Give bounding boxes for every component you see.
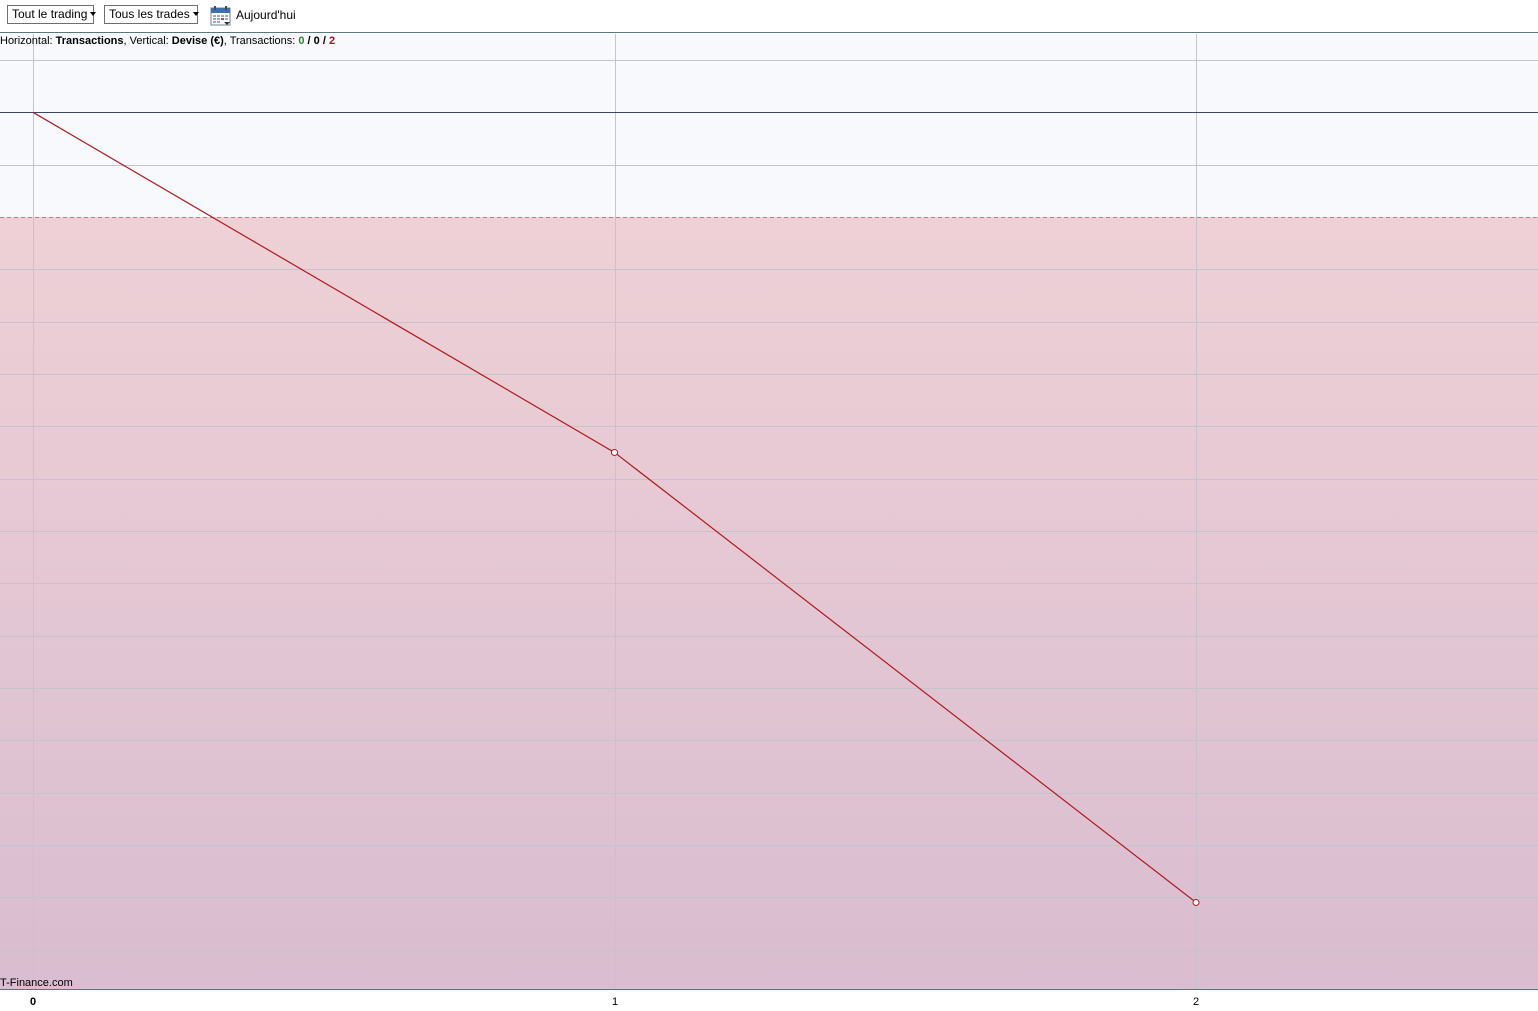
data-point [1192,898,1200,906]
vertical-prefix: , Vertical: [123,35,172,47]
calendar-icon [210,6,231,26]
x-tick-label: 2 [1192,996,1200,1008]
losing-count: 2 [328,35,336,47]
x-tick-label: 0 [29,996,37,1008]
trades-filter-dropdown[interactable]: Tous les trades [104,5,199,24]
transactions-prefix: , Transactions: [223,35,299,47]
trades-filter-label: Tous les trades [109,7,190,21]
chevron-down-icon [90,12,97,16]
toolbar: Tout le trading Tous les trades Aujourd'… [0,0,1538,33]
chevron-down-icon [192,12,199,16]
count-separator: / [319,35,329,47]
positive-zone [0,34,1538,217]
trading-filter-dropdown[interactable]: Tout le trading [7,5,97,24]
equity-chart [0,34,1538,990]
horizontal-prefix: Horizontal: [0,35,56,47]
chart-info-line: Horizontal: Transactions, Vertical: Devi… [0,35,335,47]
x-tick-label: 1 [611,996,619,1008]
data-point [611,448,618,456]
horizontal-axis-value: Transactions [55,35,124,47]
today-label: Aujourd'hui [236,8,296,22]
vertical-axis-value: Devise (€) [171,35,224,47]
watermark: T-Finance.com [0,977,73,989]
count-separator: / [304,35,314,47]
loss-zone [0,216,1538,989]
trading-filter-label: Tout le trading [12,7,88,21]
